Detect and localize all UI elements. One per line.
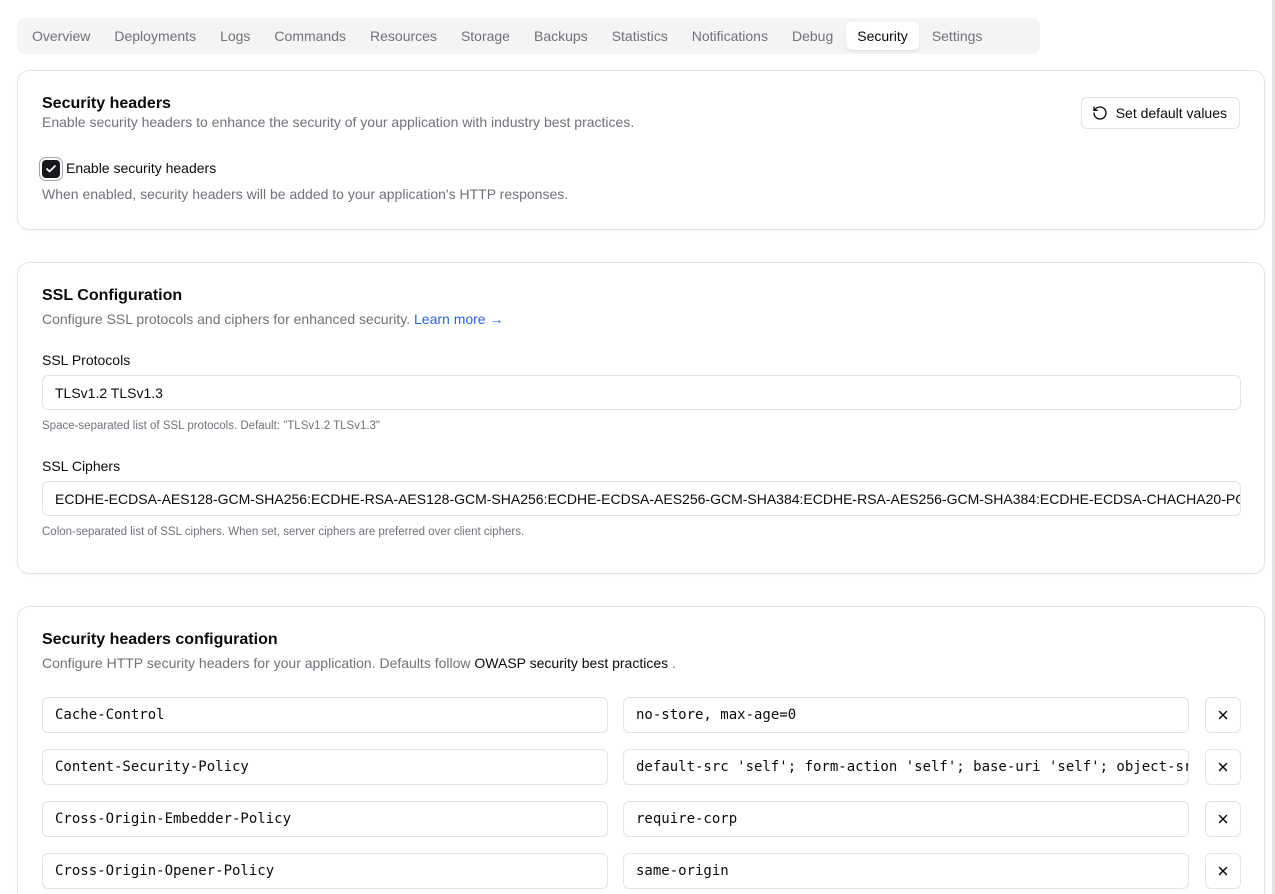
header-key-input[interactable]: Content-Security-Policy <box>42 749 608 785</box>
header-row: Content-Security-Policy default-src 'sel… <box>42 749 1241 785</box>
set-default-values-label: Set default values <box>1115 105 1227 121</box>
header-value-input[interactable]: same-origin <box>623 853 1189 889</box>
tab-settings[interactable]: Settings <box>921 22 994 50</box>
tab-logs[interactable]: Logs <box>209 22 261 50</box>
x-icon <box>1216 708 1230 722</box>
ssl-protocols-input[interactable]: TLSv1.2 TLSv1.3 <box>42 375 1241 410</box>
tab-resources[interactable]: Resources <box>359 22 448 50</box>
headers-configuration-description: Configure HTTP security headers for your… <box>42 655 676 671</box>
owasp-link[interactable]: OWASP security best practices <box>474 655 668 671</box>
ssl-protocols-hint: Space-separated list of SSL protocols. D… <box>42 420 381 432</box>
x-icon <box>1216 864 1230 878</box>
enable-security-headers-checkbox[interactable] <box>42 160 60 178</box>
tab-backups[interactable]: Backups <box>523 22 599 50</box>
tab-commands[interactable]: Commands <box>263 22 357 50</box>
security-headers-description: Enable security headers to enhance the s… <box>42 114 635 130</box>
ssl-configuration-title: SSL Configuration <box>42 287 183 304</box>
x-icon <box>1216 812 1230 826</box>
x-icon <box>1216 760 1230 774</box>
ssl-ciphers-input[interactable]: ECDHE-ECDSA-AES128-GCM-SHA256:ECDHE-RSA-… <box>42 481 1241 516</box>
tab-overview[interactable]: Overview <box>21 22 101 50</box>
header-key-input[interactable]: Cache-Control <box>42 697 608 733</box>
ssl-description-text: Configure SSL protocols and ciphers for … <box>42 311 411 327</box>
enable-security-headers-hint: When enabled, security headers will be a… <box>42 186 569 202</box>
remove-header-button[interactable] <box>1205 697 1241 733</box>
headers-description-prefix: Configure HTTP security headers for your… <box>42 655 471 671</box>
headers-configuration-title: Security headers configuration <box>42 631 278 648</box>
check-icon <box>45 163 57 175</box>
remove-header-button[interactable] <box>1205 853 1241 889</box>
header-row: Cache-Control no-store, max-age=0 <box>42 697 1241 733</box>
ssl-protocols-label: SSL Protocols <box>42 352 131 368</box>
header-row: Cross-Origin-Embedder-Policy require-cor… <box>42 801 1241 837</box>
learn-more-link[interactable]: Learn more → <box>414 311 503 327</box>
tab-bar: Overview Deployments Logs Commands Resou… <box>17 18 1040 54</box>
ssl-configuration-description: Configure SSL protocols and ciphers for … <box>42 311 503 327</box>
security-headers-title: Security headers <box>42 95 171 112</box>
ssl-configuration-card: SSL Configuration Configure SSL protocol… <box>17 262 1265 574</box>
enable-security-headers-label[interactable]: Enable security headers <box>66 160 216 176</box>
tab-deployments[interactable]: Deployments <box>103 22 207 50</box>
header-key-input[interactable]: Cross-Origin-Embedder-Policy <box>42 801 608 837</box>
header-value-input[interactable]: no-store, max-age=0 <box>623 697 1189 733</box>
page: Overview Deployments Logs Commands Resou… <box>0 0 1275 894</box>
header-value-input[interactable]: require-corp <box>623 801 1189 837</box>
security-headers-card: Security headers Enable security headers… <box>17 70 1265 230</box>
tab-security[interactable]: Security <box>846 22 919 50</box>
header-value-input[interactable]: default-src 'self'; form-action 'self'; … <box>623 749 1189 785</box>
set-default-values-button[interactable]: Set default values <box>1080 97 1240 129</box>
tab-debug[interactable]: Debug <box>781 22 844 50</box>
remove-header-button[interactable] <box>1205 801 1241 837</box>
ssl-ciphers-label: SSL Ciphers <box>42 458 121 474</box>
header-row: Cross-Origin-Opener-Policy same-origin <box>42 853 1241 889</box>
tab-notifications[interactable]: Notifications <box>681 22 779 50</box>
headers-configuration-card: Security headers configuration Configure… <box>17 606 1265 894</box>
header-key-input[interactable]: Cross-Origin-Opener-Policy <box>42 853 608 889</box>
headers-description-suffix: . <box>672 655 676 671</box>
rotate-ccw-icon <box>1092 105 1108 121</box>
tab-statistics[interactable]: Statistics <box>601 22 679 50</box>
ssl-ciphers-hint: Colon-separated list of SSL ciphers. Whe… <box>42 526 525 538</box>
remove-header-button[interactable] <box>1205 749 1241 785</box>
tab-storage[interactable]: Storage <box>450 22 521 50</box>
